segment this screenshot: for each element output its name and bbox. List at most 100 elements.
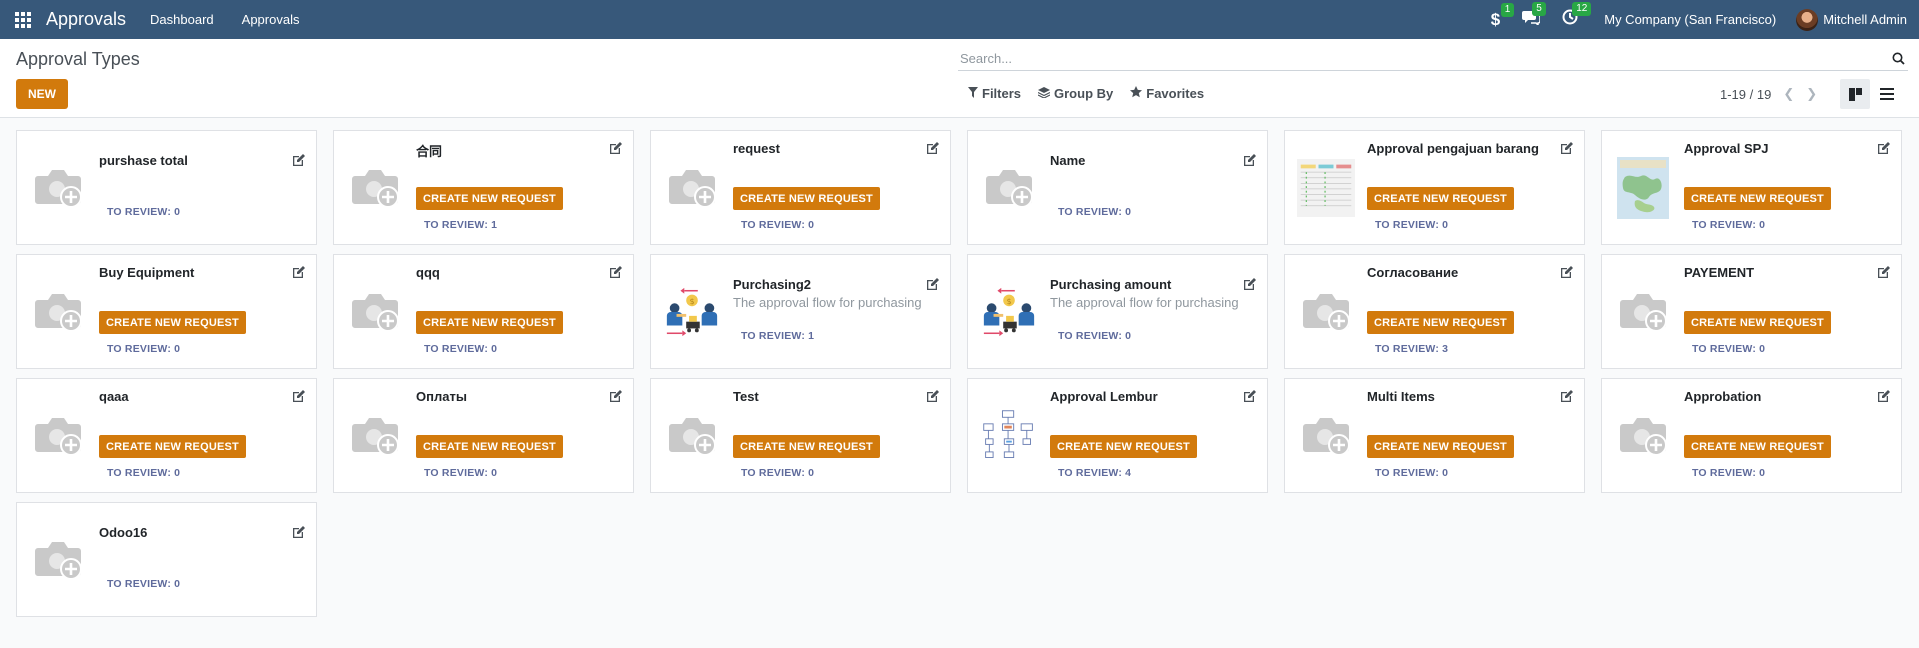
- create-new-request-button[interactable]: CREATE NEW REQUEST: [416, 435, 563, 458]
- to-review-link[interactable]: TO REVIEW: 1: [741, 330, 814, 342]
- systray-chat[interactable]: 5: [1522, 2, 1546, 30]
- to-review-link[interactable]: TO REVIEW: 0: [1375, 219, 1448, 231]
- card-title[interactable]: Multi Items: [1367, 389, 1435, 404]
- to-review-link[interactable]: TO REVIEW: 0: [1058, 206, 1131, 218]
- edit-icon[interactable]: [1560, 389, 1576, 405]
- edit-icon[interactable]: [609, 389, 625, 405]
- pager-next-icon[interactable]: ❯: [1806, 86, 1817, 102]
- edit-icon[interactable]: [1243, 389, 1259, 405]
- card-title[interactable]: Approval pengajuan barang: [1367, 141, 1539, 156]
- to-review-link[interactable]: TO REVIEW: 0: [1692, 467, 1765, 479]
- card-title[interactable]: 合同: [416, 141, 442, 160]
- groupby-toggle[interactable]: Group By: [1037, 86, 1113, 101]
- create-new-request-button[interactable]: CREATE NEW REQUEST: [99, 311, 246, 334]
- approval-type-card[interactable]: Approval Lembur CREATE NEW REQUEST TO RE…: [967, 378, 1268, 493]
- create-new-request-button[interactable]: CREATE NEW REQUEST: [1367, 187, 1514, 210]
- create-new-request-button[interactable]: CREATE NEW REQUEST: [416, 187, 563, 210]
- to-review-link[interactable]: TO REVIEW: 1: [424, 219, 497, 231]
- edit-icon[interactable]: [1877, 389, 1893, 405]
- search-icon[interactable]: [1888, 52, 1908, 65]
- card-title[interactable]: request: [733, 141, 780, 156]
- approval-type-card[interactable]: Оплаты CREATE NEW REQUEST TO REVIEW: 0: [333, 378, 634, 493]
- card-title[interactable]: Approval SPJ: [1684, 141, 1769, 156]
- card-title[interactable]: Approbation: [1684, 389, 1761, 404]
- create-new-request-button[interactable]: CREATE NEW REQUEST: [733, 187, 880, 210]
- pager-prev-icon[interactable]: ❮: [1783, 86, 1794, 102]
- to-review-link[interactable]: TO REVIEW: 0: [424, 343, 497, 355]
- edit-icon[interactable]: [292, 265, 308, 281]
- edit-icon[interactable]: [1877, 141, 1893, 157]
- edit-icon[interactable]: [1243, 153, 1259, 169]
- edit-icon[interactable]: [926, 277, 942, 293]
- approval-type-card[interactable]: 合同 CREATE NEW REQUEST TO REVIEW: 1: [333, 130, 634, 245]
- to-review-link[interactable]: TO REVIEW: 0: [107, 206, 180, 218]
- card-title[interactable]: Buy Equipment: [99, 265, 194, 280]
- edit-icon[interactable]: [1243, 277, 1259, 293]
- card-title[interactable]: Test: [733, 389, 759, 404]
- create-new-request-button[interactable]: CREATE NEW REQUEST: [733, 435, 880, 458]
- approval-type-card[interactable]: request CREATE NEW REQUEST TO REVIEW: 0: [650, 130, 951, 245]
- approval-type-card[interactable]: Approval pengajuan barang CREATE NEW REQ…: [1284, 130, 1585, 245]
- create-new-request-button[interactable]: CREATE NEW REQUEST: [1684, 311, 1831, 334]
- new-button[interactable]: NEW: [16, 79, 68, 109]
- approval-type-card[interactable]: Согласование CREATE NEW REQUEST TO REVIE…: [1284, 254, 1585, 369]
- to-review-link[interactable]: TO REVIEW: 0: [1692, 343, 1765, 355]
- card-title[interactable]: qqq: [416, 265, 440, 280]
- edit-icon[interactable]: [292, 389, 308, 405]
- edit-icon[interactable]: [926, 389, 942, 405]
- create-new-request-button[interactable]: CREATE NEW REQUEST: [1367, 311, 1514, 334]
- approval-type-card[interactable]: PAYEMENT CREATE NEW REQUEST TO REVIEW: 0: [1601, 254, 1902, 369]
- create-new-request-button[interactable]: CREATE NEW REQUEST: [416, 311, 563, 334]
- pager-value[interactable]: 1-19 / 19: [1720, 87, 1771, 102]
- edit-icon[interactable]: [292, 153, 308, 169]
- approval-type-card[interactable]: Test CREATE NEW REQUEST TO REVIEW: 0: [650, 378, 951, 493]
- to-review-link[interactable]: TO REVIEW: 0: [1058, 330, 1131, 342]
- apps-menu-icon[interactable]: [0, 0, 46, 39]
- card-title[interactable]: Purchasing amount: [1050, 277, 1171, 292]
- edit-icon[interactable]: [609, 265, 625, 281]
- create-new-request-button[interactable]: CREATE NEW REQUEST: [1050, 435, 1197, 458]
- list-view-button[interactable]: [1872, 79, 1902, 109]
- approval-type-card[interactable]: qqq CREATE NEW REQUEST TO REVIEW: 0: [333, 254, 634, 369]
- to-review-link[interactable]: TO REVIEW: 0: [107, 343, 180, 355]
- user-menu[interactable]: Mitchell Admin: [1796, 8, 1907, 31]
- edit-icon[interactable]: [1560, 265, 1576, 281]
- card-title[interactable]: qaaa: [99, 389, 129, 404]
- to-review-link[interactable]: TO REVIEW: 0: [741, 219, 814, 231]
- to-review-link[interactable]: TO REVIEW: 0: [1375, 467, 1448, 479]
- card-title[interactable]: Согласование: [1367, 265, 1458, 280]
- create-new-request-button[interactable]: CREATE NEW REQUEST: [1684, 435, 1831, 458]
- approval-type-card[interactable]: Name TO REVIEW: 0: [967, 130, 1268, 245]
- approval-type-card[interactable]: Buy Equipment CREATE NEW REQUEST TO REVI…: [16, 254, 317, 369]
- edit-icon[interactable]: [1877, 265, 1893, 281]
- approval-type-card[interactable]: qaaa CREATE NEW REQUEST TO REVIEW: 0: [16, 378, 317, 493]
- filters-toggle[interactable]: Filters: [968, 86, 1021, 101]
- search-input[interactable]: [958, 51, 1888, 66]
- card-title[interactable]: Name: [1050, 153, 1085, 168]
- approval-type-card[interactable]: $ Purchasing amount The approval flow fo…: [967, 254, 1268, 369]
- to-review-link[interactable]: TO REVIEW: 3: [1375, 343, 1448, 355]
- card-title[interactable]: purshase total: [99, 153, 188, 168]
- edit-icon[interactable]: [609, 141, 625, 157]
- nav-dashboard[interactable]: Dashboard: [150, 12, 214, 27]
- company-switcher[interactable]: My Company (San Francisco): [1604, 12, 1776, 27]
- favorites-toggle[interactable]: Favorites: [1130, 86, 1204, 101]
- approval-type-card[interactable]: Approval SPJ CREATE NEW REQUEST TO REVIE…: [1601, 130, 1902, 245]
- create-new-request-button[interactable]: CREATE NEW REQUEST: [1367, 435, 1514, 458]
- edit-icon[interactable]: [1560, 141, 1576, 157]
- approval-type-card[interactable]: Approbation CREATE NEW REQUEST TO REVIEW…: [1601, 378, 1902, 493]
- to-review-link[interactable]: TO REVIEW: 4: [1058, 467, 1131, 479]
- card-title[interactable]: PAYEMENT: [1684, 265, 1754, 280]
- systray-activity[interactable]: 12: [1562, 2, 1592, 30]
- to-review-link[interactable]: TO REVIEW: 0: [741, 467, 814, 479]
- to-review-link[interactable]: TO REVIEW: 0: [107, 578, 180, 590]
- nav-approvals[interactable]: Approvals: [242, 12, 300, 27]
- create-new-request-button[interactable]: CREATE NEW REQUEST: [1684, 187, 1831, 210]
- app-brand[interactable]: Approvals: [46, 9, 126, 30]
- approval-type-card[interactable]: Multi Items CREATE NEW REQUEST TO REVIEW…: [1284, 378, 1585, 493]
- approval-type-card[interactable]: Odoo16 TO REVIEW: 0: [16, 502, 317, 617]
- to-review-link[interactable]: TO REVIEW: 0: [107, 467, 180, 479]
- card-title[interactable]: Purchasing2: [733, 277, 811, 292]
- approval-type-card[interactable]: purshase total TO REVIEW: 0: [16, 130, 317, 245]
- to-review-link[interactable]: TO REVIEW: 0: [1692, 219, 1765, 231]
